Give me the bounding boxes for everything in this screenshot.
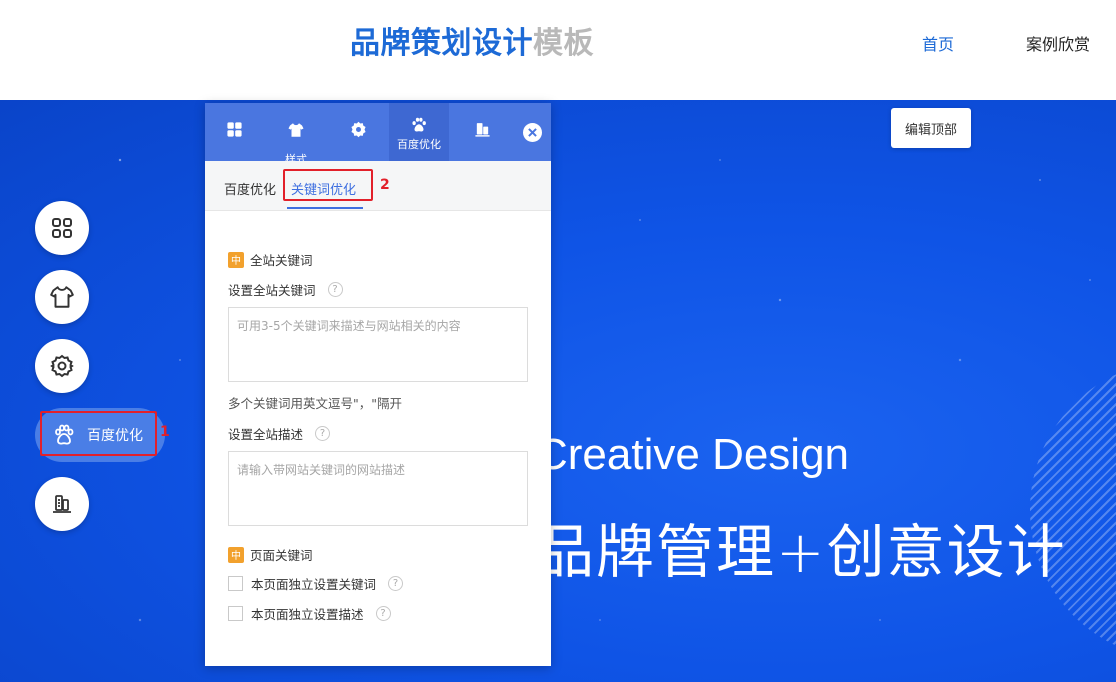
section-title-page-keywords: 页面关键词 <box>250 548 313 563</box>
annotation-label-1: 1 <box>160 424 170 440</box>
seo-settings-panel: 样式 百度优化 百度优化 关键词优化 2 中 全站关键词 设置全站关键词 ? 可… <box>205 103 551 666</box>
building-icon <box>474 123 490 137</box>
subtab-baidu-seo[interactable]: 百度优化 <box>224 179 276 198</box>
panel-close-button[interactable] <box>523 123 542 142</box>
section-badge: 中 <box>228 251 244 268</box>
section-badge: 中 <box>228 546 244 563</box>
sidebar-building-button[interactable] <box>35 477 89 531</box>
page-keywords-checkbox-label: 本页面独立设置关键词 <box>251 577 377 592</box>
panel-tab-building[interactable] <box>453 103 511 161</box>
logo-text-primary: 品牌策划设计 <box>350 26 533 61</box>
close-icon <box>528 128 537 137</box>
panel-tab-baidu-seo[interactable]: 百度优化 <box>389 103 449 161</box>
section-page-keywords: 中 页面关键词 <box>228 545 313 564</box>
annotation-box-1 <box>40 411 157 456</box>
section-site-keywords: 中 全站关键词 <box>228 250 313 269</box>
panel-subtab-bar: 百度优化 关键词优化 <box>205 161 551 211</box>
sidebar-settings-button[interactable] <box>35 339 89 393</box>
hero-banner: Creative Design 品牌管理+创意设计 <box>0 100 1116 682</box>
panel-tab-layout[interactable] <box>205 103 263 161</box>
gear-icon <box>350 121 366 138</box>
panel-tab-baidu-seo-label: 百度优化 <box>397 138 441 151</box>
panel-tab-settings[interactable] <box>329 103 387 161</box>
panel-tab-style[interactable]: 样式 <box>267 103 325 166</box>
page-description-checkbox-label: 本页面独立设置描述 <box>251 607 364 622</box>
page-description-checkbox[interactable] <box>228 606 243 621</box>
site-description-input[interactable] <box>228 451 528 526</box>
site-keywords-label: 设置全站关键词 ? <box>228 280 343 299</box>
help-icon[interactable]: ? <box>388 576 404 591</box>
site-keywords-label-text: 设置全站关键词 <box>228 283 316 298</box>
edit-header-button[interactable]: 编辑顶部 <box>891 108 971 148</box>
sidebar-style-button[interactable] <box>35 270 89 324</box>
annotation-box-2 <box>283 169 373 201</box>
hero-stars-decoration <box>0 100 1116 682</box>
nav-home-link[interactable]: 首页 <box>922 31 954 55</box>
site-keywords-hint: 多个关键词用英文逗号"，"隔开 <box>228 396 402 411</box>
site-logo[interactable]: 品牌策划设计模板 <box>350 18 594 62</box>
panel-tab-bar: 样式 百度优化 <box>205 103 551 166</box>
page-keywords-checkbox[interactable] <box>228 576 243 591</box>
building-icon <box>53 495 71 513</box>
subtab-active-indicator <box>287 207 363 209</box>
logo-text-secondary: 模板 <box>533 26 594 61</box>
page-keywords-checkbox-row[interactable]: 本页面独立设置关键词 ? <box>228 574 404 593</box>
site-description-label-text: 设置全站描述 <box>228 427 304 442</box>
help-icon[interactable]: ? <box>327 282 343 297</box>
grid-icon <box>52 218 72 238</box>
help-icon[interactable]: ? <box>375 606 391 621</box>
section-title-site-keywords: 全站关键词 <box>250 253 313 268</box>
site-header: 品牌策划设计模板 首页 案例欣赏 <box>0 0 1116 100</box>
hero-title-en: Creative Design <box>536 430 850 479</box>
shirt-icon <box>288 123 304 137</box>
page-description-checkbox-row[interactable]: 本页面独立设置描述 ? <box>228 604 391 623</box>
help-icon[interactable]: ? <box>315 426 331 441</box>
nav-cases-link[interactable]: 案例欣赏 <box>1026 31 1090 55</box>
annotation-label-2: 2 <box>380 177 390 193</box>
sidebar-grid-button[interactable] <box>35 201 89 255</box>
paw-icon <box>412 117 426 132</box>
grid-icon <box>226 122 242 137</box>
site-keywords-input[interactable] <box>228 307 528 382</box>
gear-icon <box>50 354 74 378</box>
site-description-label: 设置全站描述 ? <box>228 424 331 443</box>
shirt-icon <box>50 286 74 308</box>
hero-title-cn: 品牌管理+创意设计 <box>536 518 1067 586</box>
